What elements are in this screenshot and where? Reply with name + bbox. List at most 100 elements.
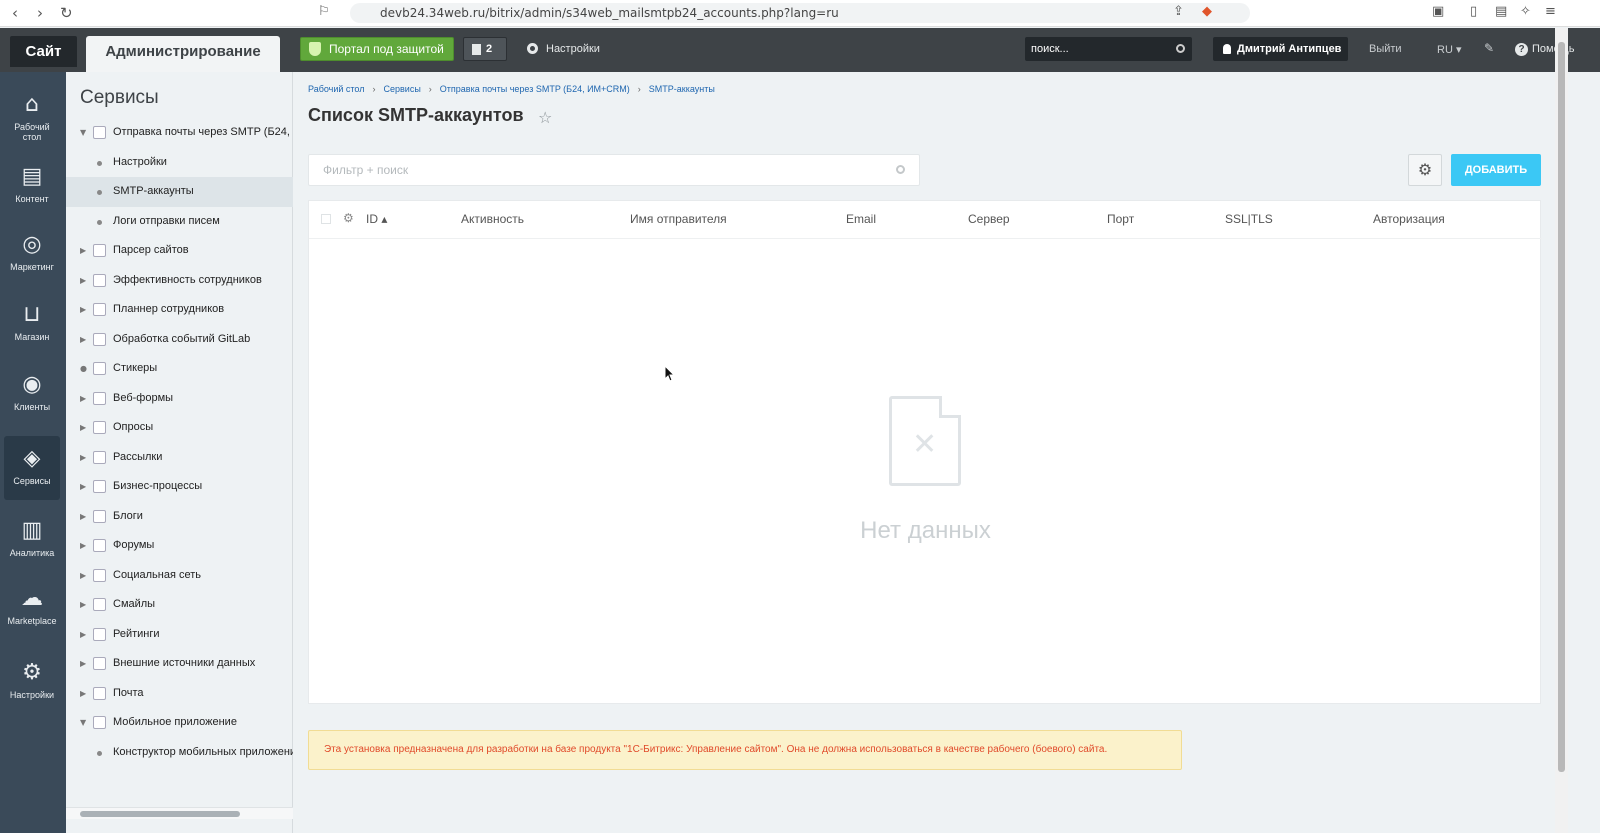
- menu-item[interactable]: ▶ Эффективность сотрудников: [66, 266, 293, 296]
- column-server[interactable]: Сервер: [968, 212, 1010, 226]
- sidebar-item-label: Рабочий стол: [14, 122, 50, 142]
- empty-state-text: Нет данных: [860, 517, 991, 544]
- column-id[interactable]: ID ▴: [366, 212, 387, 226]
- tab-icon[interactable]: ▣: [1432, 4, 1444, 19]
- column-active[interactable]: Активность: [461, 212, 524, 226]
- scrollbar-thumb[interactable]: [80, 811, 240, 817]
- sidebar-item-settings[interactable]: ⚙ Настройки: [4, 650, 60, 714]
- tab-admin[interactable]: Администрирование: [86, 36, 280, 72]
- reload-icon[interactable]: ↻: [60, 4, 73, 22]
- chevron-right-icon[interactable]: ▶: [80, 472, 86, 502]
- sidebar-item-marketing[interactable]: ◎ Маркетинг: [4, 222, 60, 286]
- menu-item[interactable]: Настройки: [66, 148, 293, 178]
- column-ssl-tls[interactable]: SSL|TLS: [1225, 212, 1273, 226]
- star-icon[interactable]: ☆: [538, 108, 552, 127]
- portal-protected-button[interactable]: Портал под защитой: [300, 37, 454, 61]
- breadcrumb-item[interactable]: Отправка почты через SMTP (Б24, ИМ+CRM): [440, 84, 630, 94]
- menu-item[interactable]: ▶ Рейтинги: [66, 620, 293, 650]
- chevron-right-icon[interactable]: ▶: [80, 325, 86, 355]
- menu-item[interactable]: ▶ Опросы: [66, 413, 293, 443]
- chevron-right-icon[interactable]: ▶: [80, 561, 86, 591]
- menu-item[interactable]: ▶ Рассылки: [66, 443, 293, 473]
- chevron-right-icon[interactable]: ▶: [80, 413, 86, 443]
- menu-item[interactable]: Конструктор мобильных приложений: [66, 738, 293, 768]
- shield-icon[interactable]: ◆: [1202, 4, 1212, 19]
- bookmark-icon[interactable]: ⚐: [318, 4, 330, 19]
- menu-item[interactable]: ▶ Обработка событий GitLab: [66, 325, 293, 355]
- menu-item[interactable]: ● Стикеры: [66, 354, 293, 384]
- menu-horizontal-scrollbar[interactable]: [66, 807, 293, 819]
- wallet-icon[interactable]: ▤: [1495, 4, 1507, 19]
- select-all-checkbox[interactable]: [321, 214, 331, 224]
- sidebar-item-clients[interactable]: ◉ Клиенты: [4, 362, 60, 426]
- chevron-right-icon[interactable]: ▶: [80, 266, 86, 296]
- menu-item[interactable]: ▶ Почта: [66, 679, 293, 709]
- chevron-right-icon[interactable]: ▶: [80, 236, 86, 266]
- menu-icon[interactable]: ≡: [1545, 4, 1556, 19]
- menu-item-label: Конструктор мобильных приложений: [113, 745, 293, 758]
- menu-item[interactable]: ▶ Блоги: [66, 502, 293, 532]
- page-vertical-scrollbar[interactable]: [1555, 28, 1568, 833]
- address-bar[interactable]: devb24.34web.ru/bitrix/admin/s34web_mail…: [350, 3, 1250, 23]
- chevron-down-icon[interactable]: ▼: [80, 708, 86, 738]
- notifications-button[interactable]: 2: [463, 37, 507, 61]
- menu-item[interactable]: ▼ Мобильное приложение: [66, 708, 293, 738]
- chevron-right-icon[interactable]: ▶: [80, 679, 86, 709]
- sidebar-toggle-icon[interactable]: ▯: [1470, 4, 1477, 19]
- chevron-right-icon[interactable]: ▶: [80, 590, 86, 620]
- settings-link[interactable]: Настройки: [527, 43, 600, 55]
- chevron-right-icon[interactable]: ▶: [80, 531, 86, 561]
- grid-settings-button[interactable]: ⚙: [1408, 154, 1442, 186]
- menu-item[interactable]: ▶ Форумы: [66, 531, 293, 561]
- admin-top-panel: Сайт Администрирование Портал под защито…: [0, 28, 1600, 72]
- pin-icon[interactable]: ✎: [1484, 41, 1494, 55]
- menu-item[interactable]: ▶ Бизнес-процессы: [66, 472, 293, 502]
- menu-item[interactable]: ▶ Социальная сеть: [66, 561, 293, 591]
- menu-item[interactable]: SMTP-аккаунты: [66, 177, 293, 207]
- menu-item[interactable]: ▶ Планнер сотрудников: [66, 295, 293, 325]
- column-sender-name[interactable]: Имя отправителя: [630, 212, 727, 226]
- logout-link[interactable]: Выйти: [1369, 43, 1402, 55]
- sidebar-item-shop[interactable]: ⊔ Магазин: [4, 292, 60, 356]
- chevron-right-icon[interactable]: ▶: [80, 620, 86, 650]
- sidebar-item-analytics[interactable]: ▥ Аналитика: [4, 508, 60, 572]
- chevron-right-icon[interactable]: ▶: [80, 384, 86, 414]
- tab-site[interactable]: Сайт: [10, 36, 77, 67]
- menu-item[interactable]: ▶ Веб-формы: [66, 384, 293, 414]
- sidebar-item-content[interactable]: ▤ Контент: [4, 154, 60, 218]
- scrollbar-thumb[interactable]: [1558, 42, 1565, 772]
- search-icon[interactable]: [1176, 44, 1185, 53]
- breadcrumb-item[interactable]: Сервисы: [384, 84, 421, 94]
- search-icon[interactable]: [896, 165, 905, 174]
- sidebar-item-services[interactable]: ◈ Сервисы: [4, 436, 60, 500]
- breadcrumb-item[interactable]: Рабочий стол: [308, 84, 365, 94]
- forward-icon[interactable]: ›: [37, 4, 43, 22]
- share-icon[interactable]: ⇪: [1173, 4, 1184, 19]
- menu-item[interactable]: ▼ Отправка почты через SMTP (Б24, ИМ+CRM): [66, 118, 293, 148]
- filter-search-input[interactable]: Фильтр + поиск: [308, 154, 920, 186]
- chevron-right-icon[interactable]: ▶: [80, 443, 86, 473]
- bullet-icon[interactable]: ●: [80, 354, 87, 384]
- back-icon[interactable]: ‹: [12, 4, 18, 22]
- language-select[interactable]: RU ▾: [1437, 43, 1461, 56]
- sidebar-item-desktop[interactable]: ⌂ Рабочий стол: [4, 82, 60, 146]
- top-search-input[interactable]: поиск...: [1025, 37, 1192, 61]
- column-settings-icon[interactable]: ⚙: [343, 211, 354, 225]
- chevron-right-icon[interactable]: ▶: [80, 295, 86, 325]
- chevron-right-icon[interactable]: ▶: [80, 502, 86, 532]
- column-auth[interactable]: Авторизация: [1373, 212, 1445, 226]
- menu-item[interactable]: ▶ Смайлы: [66, 590, 293, 620]
- menu-item[interactable]: ▶ Парсер сайтов: [66, 236, 293, 266]
- column-email[interactable]: Email: [846, 212, 876, 226]
- chevron-right-icon[interactable]: ▶: [80, 649, 86, 679]
- chevron-down-icon[interactable]: ▼: [80, 118, 86, 148]
- user-button[interactable]: Дмитрий Антипцев: [1213, 37, 1348, 61]
- breadcrumb-item[interactable]: SMTP-аккаунты: [649, 84, 715, 94]
- column-port[interactable]: Порт: [1107, 212, 1134, 226]
- sidebar-item-marketplace[interactable]: ☁ Marketplace: [4, 576, 60, 640]
- menu-item[interactable]: Логи отправки писем: [66, 207, 293, 237]
- sparkle-icon[interactable]: ✧: [1520, 4, 1531, 19]
- menu-item[interactable]: ▶ Внешние источники данных: [66, 649, 293, 679]
- add-button[interactable]: ДОБАВИТЬ: [1451, 154, 1541, 186]
- menu-item-label: Опросы: [113, 421, 154, 433]
